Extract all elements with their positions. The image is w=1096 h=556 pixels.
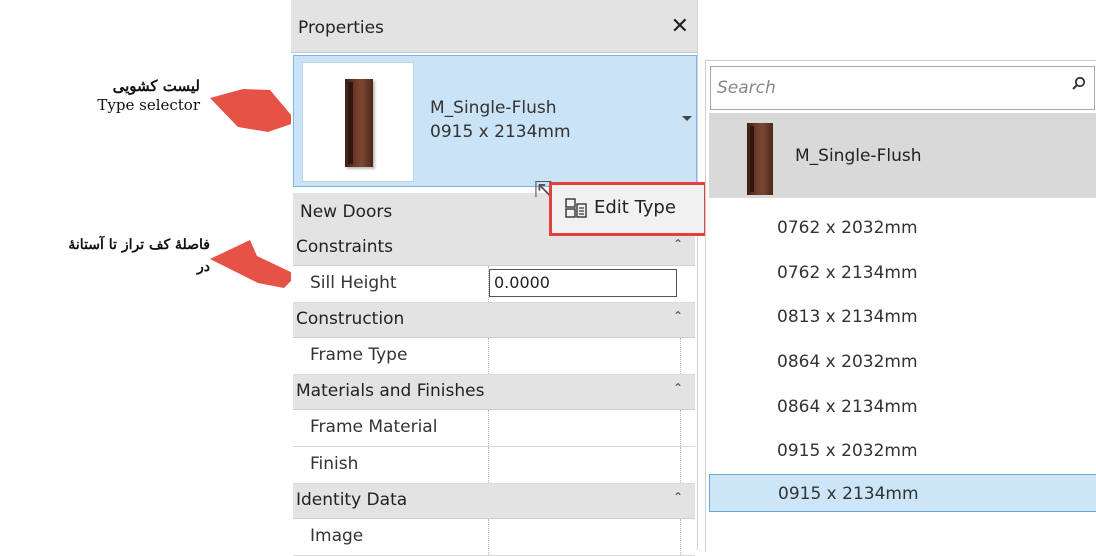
section-label: Identity Data	[296, 490, 408, 510]
edit-type-button[interactable]: Edit Type	[549, 182, 707, 236]
column-divider	[680, 447, 681, 483]
type-selector[interactable]: M_Single-Flush 0915 x 2134mm	[293, 55, 697, 187]
param-row-frame-type[interactable]: Frame Type	[293, 338, 695, 375]
type-list-item-label: 0915 x 2032mm	[777, 441, 918, 461]
section-construction[interactable]: Construction ⌃	[293, 303, 695, 338]
collapse-chevron-icon[interactable]: ⌃	[673, 237, 683, 251]
close-icon[interactable]: ✕	[671, 14, 689, 39]
search-placeholder: Search	[717, 78, 776, 98]
param-label: Frame Type	[310, 345, 408, 365]
properties-title-bar: Properties ✕	[291, 0, 697, 53]
param-row-sill-height: Sill Height 0.0000	[293, 266, 695, 303]
door-family-icon	[747, 123, 773, 195]
type-list-item-label: 0864 x 2134mm	[777, 397, 918, 417]
edit-type-label: Edit Type	[594, 197, 676, 218]
column-divider	[680, 338, 681, 374]
door-preview-icon	[345, 79, 373, 167]
type-selector-family: M_Single-Flush	[430, 98, 557, 118]
param-row-image[interactable]: Image	[293, 519, 695, 556]
type-list-item[interactable]: 0915 x 2032mm	[709, 432, 1096, 470]
param-row-finish[interactable]: Finish	[293, 447, 695, 484]
sill-height-arrow-icon	[210, 240, 297, 288]
param-row-frame-material[interactable]: Frame Material	[293, 410, 695, 447]
type-selector-type: 0915 x 2134mm	[430, 122, 571, 142]
section-materials-and-finishes[interactable]: Materials and Finishes ⌃	[293, 375, 695, 410]
instance-filter-label: New Doors	[300, 202, 393, 222]
column-divider	[680, 410, 681, 446]
section-constraints[interactable]: Constraints ⌃	[293, 231, 695, 266]
type-list-item-label: 0864 x 2032mm	[777, 352, 918, 372]
type-preview-thumbnail	[302, 62, 414, 182]
edit-type-icon	[565, 198, 587, 218]
type-list-item-label: 0915 x 2134mm	[778, 484, 919, 504]
type-family-header: M_Single-Flush	[709, 113, 1096, 198]
type-list-item[interactable]: 0762 x 2032mm	[709, 209, 1096, 247]
properties-palette: Properties ✕ M_Single-Flush 0915 x 2134m…	[291, 0, 707, 556]
section-label: Constraints	[296, 237, 393, 257]
column-divider	[488, 338, 489, 374]
type-list-item-label: 0813 x 2134mm	[777, 307, 918, 327]
dropdown-arrow-icon[interactable]	[682, 116, 692, 121]
type-list-item[interactable]: 0762 x 2134mm	[709, 254, 1096, 292]
properties-grid: Constraints ⌃ Sill Height 0.0000 Constru…	[293, 231, 695, 556]
collapse-chevron-icon[interactable]: ⌃	[673, 490, 683, 504]
collapse-chevron-icon[interactable]: ⌃	[673, 381, 683, 395]
section-identity-data[interactable]: Identity Data ⌃	[293, 484, 695, 519]
type-list-item-selected[interactable]: 0915 x 2134mm	[709, 474, 1096, 512]
section-label: Materials and Finishes	[296, 381, 485, 401]
param-label: Finish	[310, 454, 359, 474]
type-list-item[interactable]: 0864 x 2032mm	[709, 343, 1096, 381]
column-divider	[488, 410, 489, 446]
type-family-label: M_Single-Flush	[795, 146, 922, 166]
column-divider	[488, 447, 489, 483]
param-label: Frame Material	[310, 417, 438, 437]
type-dropdown-list: Search M_Single-Flush 0762 x 2032mm 0762…	[705, 60, 1096, 551]
param-label: Image	[310, 526, 364, 546]
param-label: Sill Height	[310, 273, 397, 293]
section-label: Construction	[296, 309, 405, 329]
type-list-item-label: 0762 x 2134mm	[777, 263, 918, 283]
search-icon[interactable]	[1072, 76, 1086, 90]
collapse-chevron-icon[interactable]: ⌃	[673, 309, 683, 323]
sill-height-input[interactable]: 0.0000	[489, 269, 677, 297]
type-list-item[interactable]: 0813 x 2134mm	[709, 298, 1096, 336]
type-list-item-label: 0762 x 2032mm	[777, 218, 918, 238]
properties-title: Properties	[298, 18, 384, 38]
annotation-arrows	[210, 89, 297, 288]
type-list-item[interactable]: 0864 x 2134mm	[709, 388, 1096, 426]
type-search-input[interactable]: Search	[710, 66, 1095, 110]
type-selector-arrow-icon	[210, 89, 297, 132]
